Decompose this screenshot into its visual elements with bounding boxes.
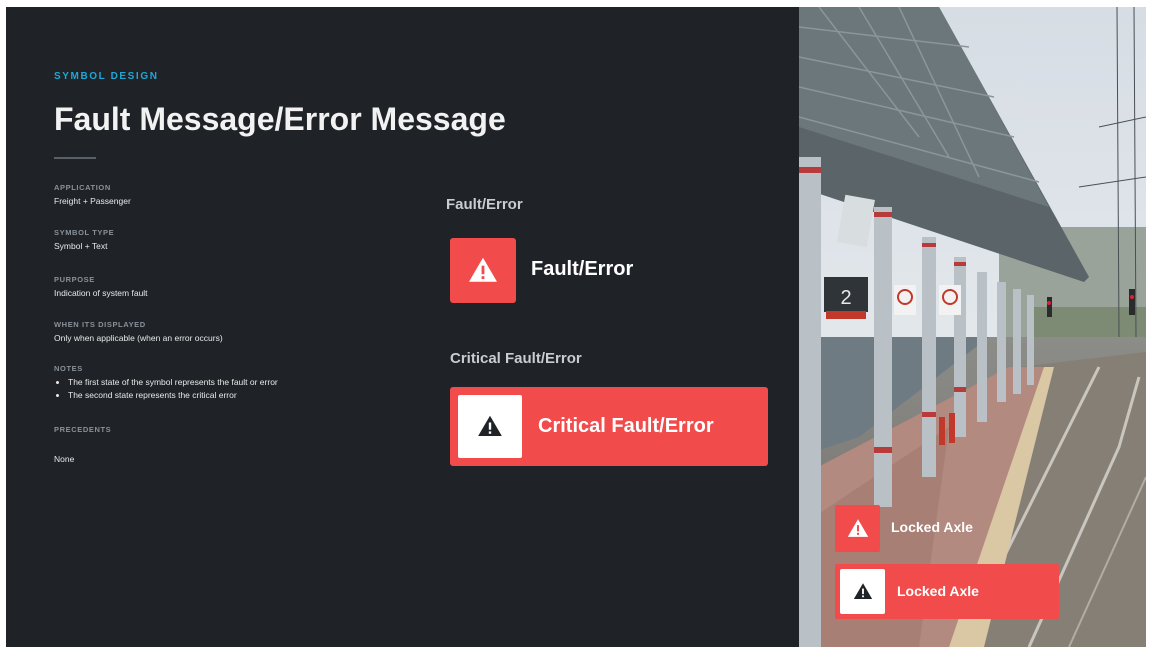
application-block: APPLICATION Freight + Passenger	[54, 183, 384, 206]
critical-label: Critical Fault/Error	[538, 415, 714, 437]
note-item: The first state of the symbol represents…	[68, 377, 384, 387]
locked-axle-critical-symbol	[840, 569, 885, 614]
critical-symbol	[458, 395, 522, 458]
warning-triangle-icon	[853, 582, 872, 599]
warning-triangle-icon	[478, 415, 502, 436]
purpose-block: PURPOSE Indication of system fault	[54, 275, 384, 298]
precedents-value: None	[54, 454, 75, 464]
purpose-value: Indication of system fault	[54, 288, 148, 298]
when-displayed-value: Only when applicable (when an error occu…	[54, 333, 223, 343]
critical-heading: Critical Fault/Error	[450, 350, 582, 367]
when-displayed-label: WHEN ITS DISPLAYED	[54, 320, 146, 329]
symbol-type-value: Symbol + Text	[54, 241, 108, 251]
locked-axle-fault-label: Locked Axle	[891, 519, 973, 535]
warning-triangle-icon	[847, 518, 868, 537]
locked-axle-critical-label: Locked Axle	[897, 583, 979, 599]
slide: SYMBOL DESIGN Fault Message/Error Messag…	[6, 7, 1146, 647]
application-value: Freight + Passenger	[54, 196, 131, 206]
note-item: The second state represents the critical…	[68, 390, 384, 400]
platform-number: 2	[840, 287, 851, 309]
notes-label: NOTES	[54, 364, 83, 373]
critical-fault-banner: Critical Fault/Error	[450, 387, 768, 466]
fault-symbol	[450, 238, 516, 303]
purpose-label: PURPOSE	[54, 275, 95, 284]
locked-axle-fault-symbol	[835, 505, 880, 552]
when-displayed-block: WHEN ITS DISPLAYED Only when applicable …	[54, 320, 384, 343]
symbol-type-label: SYMBOL TYPE	[54, 228, 115, 237]
warning-triangle-icon	[469, 257, 497, 282]
locked-axle-critical-banner: Locked Axle	[835, 564, 1059, 619]
title-divider	[54, 157, 96, 159]
fault-label: Fault/Error	[531, 258, 634, 280]
section-kicker: SYMBOL DESIGN	[54, 71, 159, 82]
notes-list: The first state of the symbol represents…	[54, 377, 384, 400]
fault-heading: Fault/Error	[446, 196, 523, 213]
precedents-block: PRECEDENTS None	[54, 425, 384, 464]
page-title: Fault Message/Error Message	[54, 101, 506, 137]
notes-block: NOTES The first state of the symbol repr…	[54, 364, 384, 403]
precedents-label: PRECEDENTS	[54, 425, 112, 434]
symbol-type-block: SYMBOL TYPE Symbol + Text	[54, 228, 384, 251]
application-label: APPLICATION	[54, 183, 111, 192]
